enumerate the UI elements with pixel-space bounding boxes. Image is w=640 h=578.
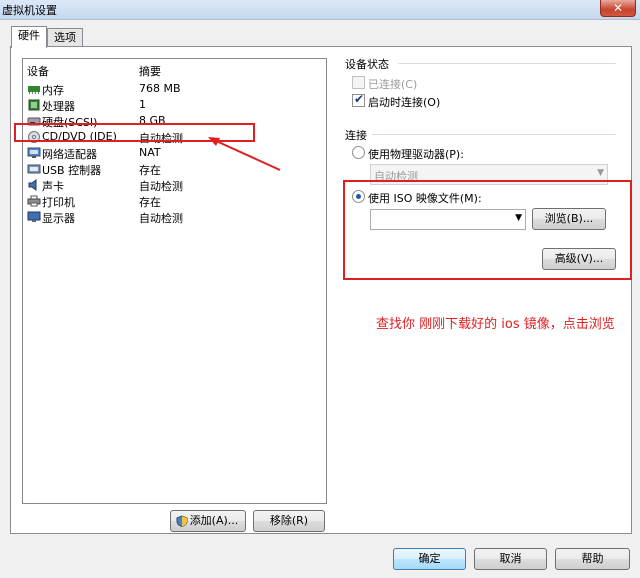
help-button[interactable]: 帮助 [555,548,630,570]
annotation-iso-box [343,180,632,280]
help-label: 帮助 [581,552,604,565]
list-header: 设备 摘要 [23,59,326,79]
shield-icon [176,515,188,527]
physical-drive-label: 使用物理驱动器(P): [368,148,464,161]
connection-title: 连接 [345,129,367,142]
column-summary[interactable]: 摘要 [139,63,161,79]
remove-device-label: 移除(R) [269,514,309,527]
device-summary: 自动检测 [139,180,183,193]
device-name: 打印机 [42,196,75,209]
display-icon [27,211,41,222]
device-summary: 自动检测 [139,212,183,225]
connected-checkbox[interactable] [352,76,365,89]
device-row-printer[interactable]: 打印机 存在 [23,193,326,209]
ok-label: 确定 [418,552,441,565]
device-summary: 存在 [139,164,161,177]
chevron-down-icon: ▼ [597,168,604,178]
device-name: 内存 [42,84,64,97]
device-summary: 存在 [139,196,161,209]
checkmark-icon: ✔ [354,92,365,106]
connected-label: 已连接(C) [368,78,418,91]
network-adapter-icon [27,147,41,158]
cancel-button[interactable]: 取消 [474,548,547,570]
tab-options-label: 选项 [54,31,76,44]
device-row-memory[interactable]: 内存 768 MB [23,81,326,97]
physical-drive-radio[interactable] [352,146,365,159]
tab-options[interactable]: 选项 [47,28,83,47]
close-icon: ✕ [612,1,624,15]
title-bar: 虚拟机设置 ✕ [0,0,640,20]
connect-at-power-on-label: 启动时连接(O) [368,96,441,109]
usb-icon [27,164,41,174]
remove-device-button[interactable]: 移除(R) [253,510,325,532]
group-divider [398,63,616,64]
device-name: 显示器 [42,212,75,225]
device-row-display[interactable]: 显示器 自动检测 [23,209,326,225]
annotation-text: 查找你 刚刚下载好的 ios 镜像，点击浏览 [376,317,615,332]
window-title: 虚拟机设置 [2,4,57,17]
device-row-processor[interactable]: 处理器 1 [23,97,326,113]
add-device-button[interactable]: 添加(A)... [170,510,246,532]
printer-icon [27,195,41,207]
tab-hardware[interactable]: 硬件 [11,26,47,48]
device-summary: 768 MB [139,82,181,95]
close-button[interactable]: ✕ [600,0,636,17]
group-divider [372,134,616,135]
device-status-title: 设备状态 [345,58,389,71]
column-device[interactable]: 设备 [27,63,49,79]
cancel-label: 取消 [499,552,522,565]
device-name: USB 控制器 [42,164,102,177]
sound-card-icon [28,179,37,191]
device-summary: NAT [139,146,161,159]
ok-button[interactable]: 确定 [393,548,466,570]
device-summary: 1 [139,98,146,111]
tab-hardware-label: 硬件 [18,29,40,42]
annotation-arrow [208,137,281,171]
device-name: 处理器 [42,100,75,113]
processor-icon [28,99,40,111]
device-name: 声卡 [42,180,64,193]
memory-icon [28,86,40,94]
connect-at-power-on-checkbox[interactable]: ✔ [352,92,365,107]
device-name: 网络适配器 [42,148,97,161]
